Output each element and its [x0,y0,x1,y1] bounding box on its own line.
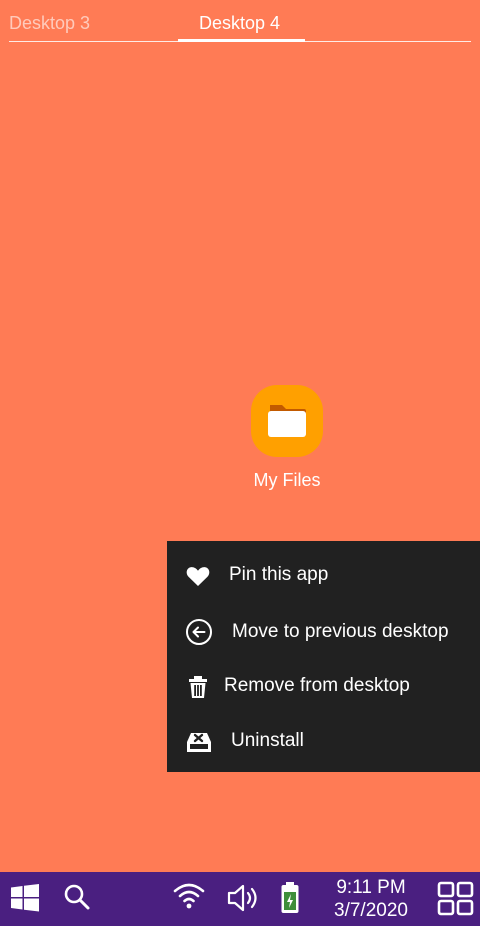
clock-date: 3/7/2020 [334,900,408,921]
active-tab-indicator [178,39,305,42]
menu-item-uninstall[interactable]: Uninstall [167,716,480,766]
search-icon[interactable] [63,883,91,916]
windows-start-icon[interactable] [10,883,40,918]
menu-item-move-previous[interactable]: Move to previous desktop [167,607,480,657]
menu-item-label: Remove from desktop [224,675,410,696]
multitask-icon[interactable] [437,881,475,922]
desktop-tabs: Desktop 3 Desktop 4 [0,0,480,44]
app-label: My Files [253,470,321,490]
clock-time: 9:11 PM [336,877,406,898]
battery-icon[interactable] [280,881,300,920]
volume-icon[interactable] [226,882,262,919]
desktop-screen: Desktop 3 Desktop 4 My Files Pin this ap… [0,0,480,926]
tab-desktop-3[interactable]: Desktop 3 [9,12,90,34]
clock[interactable]: 9:11 PM 3/7/2020 [330,876,412,922]
menu-item-label: Uninstall [231,730,304,751]
heart-icon [185,563,211,589]
menu-item-remove-desktop[interactable]: Remove from desktop [167,661,480,711]
folder-icon [251,385,323,457]
tab-desktop-4[interactable]: Desktop 4 [199,12,280,34]
wifi-icon[interactable] [173,882,205,915]
app-my-files[interactable]: My Files [227,385,347,491]
uninstall-icon [185,729,211,755]
menu-item-label: Move to previous desktop [232,621,449,642]
arrow-left-circle-icon [185,618,213,646]
context-menu: Pin this app Move to previous desktop Re… [167,541,480,772]
menu-item-pin-app[interactable]: Pin this app [167,550,480,600]
taskbar: 9:11 PM 3/7/2020 [0,872,480,926]
menu-item-label: Pin this app [229,564,329,585]
trash-icon [185,674,211,700]
